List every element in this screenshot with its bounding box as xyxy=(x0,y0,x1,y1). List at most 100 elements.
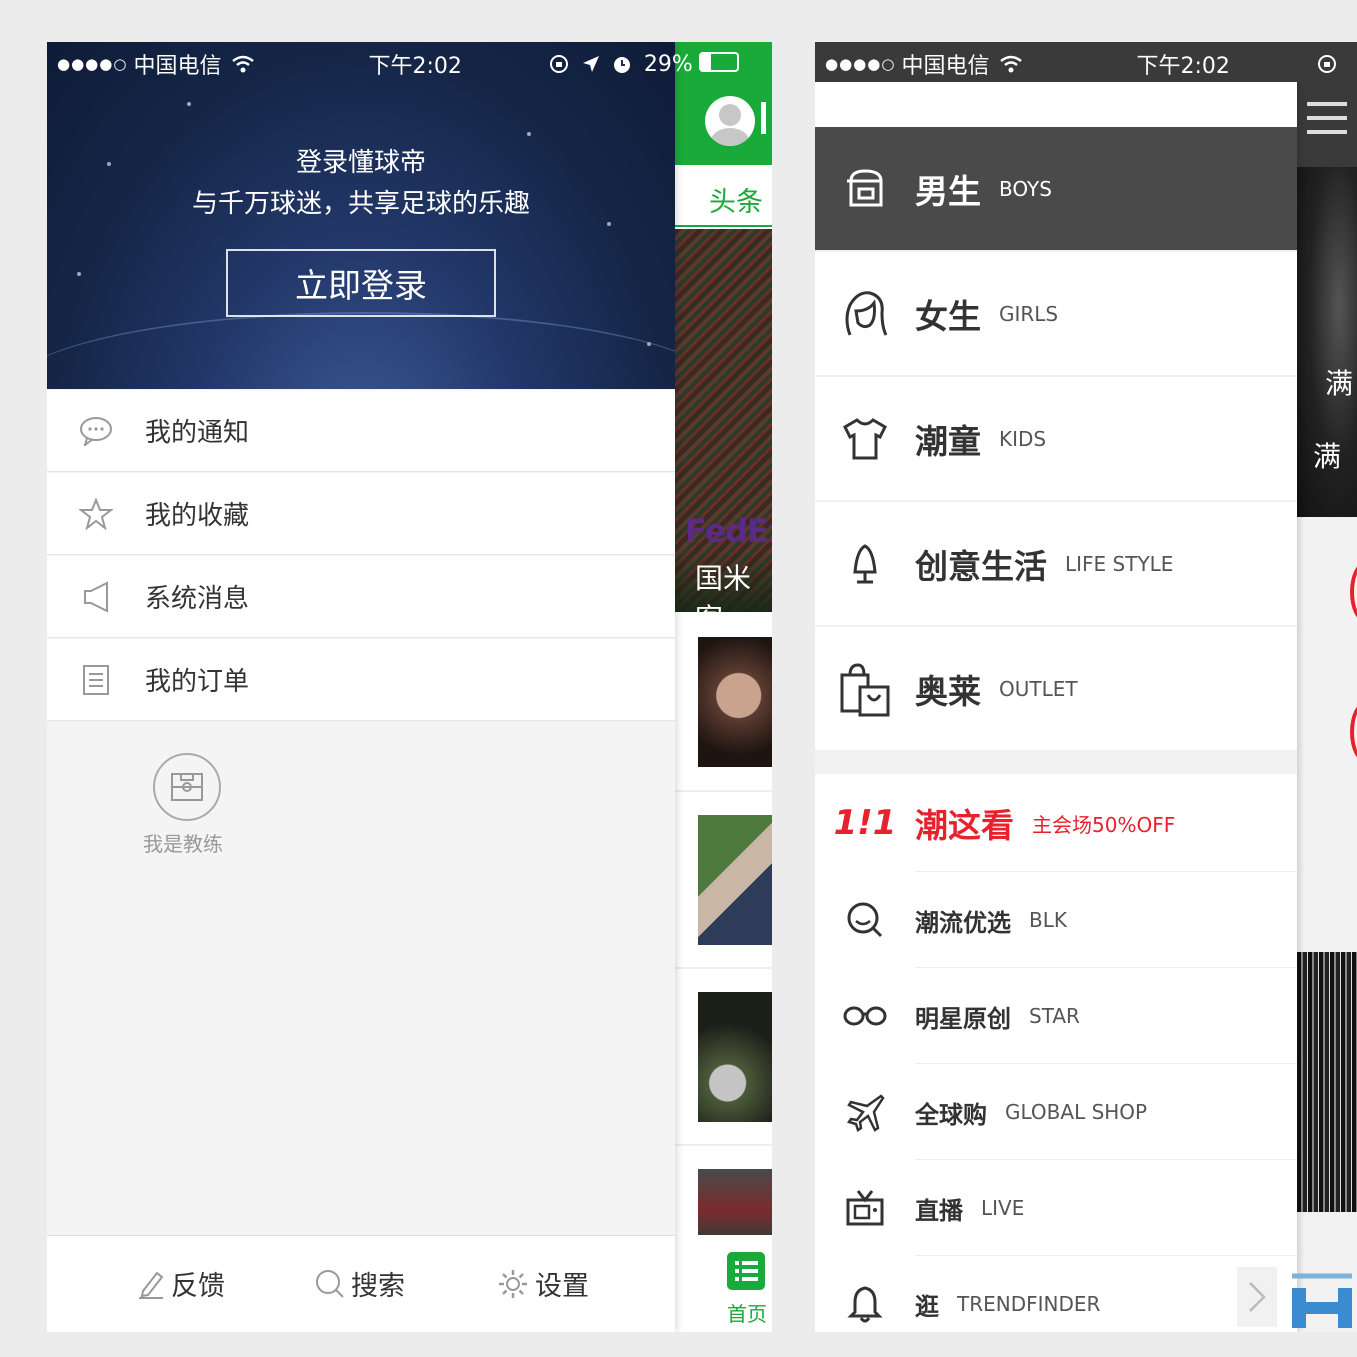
coach-button[interactable] xyxy=(153,753,221,821)
divider xyxy=(675,1144,772,1146)
feedback-label: 反馈 xyxy=(171,1271,225,1302)
sub-item-star[interactable]: 明星原创 STAR xyxy=(815,968,1297,1064)
news-thumbnail[interactable] xyxy=(698,1169,772,1239)
drawer-top-spacer xyxy=(815,82,1297,127)
sub-item-blk[interactable]: 潮流优选 BLK xyxy=(815,872,1297,968)
category-name: 奥莱 xyxy=(915,671,981,711)
login-button[interactable]: 立即登录 xyxy=(226,249,496,317)
news-thumbnail[interactable] xyxy=(698,637,772,767)
tv-icon xyxy=(815,1188,915,1228)
category-lifestyle[interactable]: 创意生活 LIFE STYLE xyxy=(815,502,1297,627)
sub-item-english: LIVE xyxy=(981,1196,1025,1220)
divider xyxy=(675,790,772,792)
menu-item-label: 系统消息 xyxy=(145,584,250,614)
airplane-icon xyxy=(815,1092,915,1132)
tactics-board-icon xyxy=(171,773,203,801)
news-thumbnail[interactable] xyxy=(698,992,772,1122)
menu-item-orders[interactable]: 我的订单 xyxy=(47,639,675,721)
search-label: 搜索 xyxy=(351,1271,405,1302)
right-phone-screen: 满 满 ●●●●○ 中国电信 下午2:02 男生 BOYS 女生 GIRLS 潮… xyxy=(815,42,1357,1332)
battery-icon xyxy=(699,52,739,72)
category-english: OUTLET xyxy=(999,676,1078,701)
sub-item-name: 逛 xyxy=(915,1292,939,1321)
carrier-label: 中国电信 xyxy=(901,54,990,79)
section-divider xyxy=(815,752,1297,774)
signal-indicator: ●●●●○ xyxy=(57,55,128,73)
settings-button[interactable]: 设置 xyxy=(497,1264,589,1303)
category-english: KIDS xyxy=(999,426,1047,451)
search-button[interactable]: 搜索 xyxy=(315,1264,405,1303)
menu-item-favorites[interactable]: 我的收藏 xyxy=(47,473,675,555)
rotation-lock-icon xyxy=(1316,53,1338,75)
sub-item-live[interactable]: 直播 LIVE xyxy=(815,1160,1297,1256)
category-english: GIRLS xyxy=(999,301,1059,326)
menu-item-label: 我的收藏 xyxy=(145,501,250,531)
carrier-label: 中国电信 xyxy=(133,54,222,79)
divider xyxy=(675,967,772,969)
girls-icon xyxy=(815,289,915,339)
clock-label: 下午2:02 xyxy=(1136,54,1230,79)
watermark-logo xyxy=(1286,1270,1357,1332)
background-photo[interactable] xyxy=(1297,952,1357,1212)
pencil-icon xyxy=(137,1269,165,1299)
promo-banner[interactable]: 1!1 潮这看 主会场50%OFF xyxy=(815,775,1297,871)
menu-item-notifications[interactable]: 我的通知 xyxy=(47,390,675,472)
wifi-icon xyxy=(231,55,255,73)
search-icon xyxy=(815,901,915,939)
login-title: 登录懂球帝 xyxy=(295,148,426,178)
sub-item-global-shop[interactable]: 全球购 GLOBAL SHOP xyxy=(815,1064,1297,1160)
sub-item-english: BLK xyxy=(1029,908,1067,932)
coach-label: 我是教练 xyxy=(143,832,223,856)
promo-logo: 1!1 xyxy=(833,803,897,843)
status-bar: ●●●●○ 中国电信 下午2:02 xyxy=(825,48,1357,80)
bell-icon xyxy=(815,1284,915,1324)
category-name: 潮童 xyxy=(915,421,981,461)
menu-item-label: 我的订单 xyxy=(145,667,250,697)
avatar[interactable] xyxy=(705,96,755,146)
sub-item-name: 全球购 xyxy=(915,1100,987,1129)
signal-indicator: ●●●●○ xyxy=(825,55,896,73)
list-icon xyxy=(47,664,145,696)
clock-label: 下午2:02 xyxy=(368,54,462,79)
rotation-lock-icon xyxy=(548,53,570,75)
login-subtitle: 与千万球迷，共享足球的乐趣 xyxy=(191,189,530,219)
banner-text: 满 xyxy=(1325,367,1354,400)
background-app-header xyxy=(1297,82,1357,167)
category-girls[interactable]: 女生 GIRLS xyxy=(815,252,1297,377)
wifi-icon xyxy=(999,55,1023,73)
feedback-button[interactable]: 反馈 xyxy=(137,1264,225,1303)
gear-icon xyxy=(497,1268,529,1300)
category-english: LIFE STYLE xyxy=(1065,551,1174,576)
megaphone-icon xyxy=(47,580,145,613)
promo-subtitle: 主会场50%OFF xyxy=(1032,812,1176,837)
alarm-icon xyxy=(612,54,632,74)
menu-item-label: 我的通知 xyxy=(145,418,250,448)
news-thumbnail[interactable] xyxy=(698,815,772,945)
sub-item-english: TRENDFINDER xyxy=(957,1292,1101,1316)
category-outlet[interactable]: 奥莱 OUTLET xyxy=(815,627,1297,752)
chat-bubble-icon xyxy=(47,416,145,446)
home-icon[interactable] xyxy=(727,1252,765,1290)
glasses-icon xyxy=(815,1004,915,1028)
search-icon xyxy=(315,1269,345,1299)
menu-item-system-messages[interactable]: 系统消息 xyxy=(47,556,675,638)
category-name: 女生 xyxy=(915,296,981,336)
promo-title: 潮这看 xyxy=(915,806,1014,845)
chevron-right-icon[interactable] xyxy=(1237,1267,1277,1327)
category-english: BOYS xyxy=(999,176,1052,201)
category-name: 男生 xyxy=(915,171,981,211)
sub-item-trendfinder[interactable]: 逛 TRENDFINDER xyxy=(815,1256,1297,1332)
lamp-icon xyxy=(815,542,915,586)
status-bar: ●●●●○ 中国电信 下午2:02 29% xyxy=(57,48,693,80)
boys-icon xyxy=(815,167,915,211)
sub-item-name: 直播 xyxy=(915,1196,963,1225)
category-boys[interactable]: 男生 BOYS xyxy=(815,127,1297,252)
fedex-logo: FedEx xyxy=(685,512,772,550)
category-kids[interactable]: 潮童 KIDS xyxy=(815,377,1297,502)
location-icon xyxy=(582,55,600,73)
hamburger-menu-icon[interactable] xyxy=(1307,102,1347,134)
tshirt-icon xyxy=(815,417,915,461)
tab-headlines[interactable]: 头条 xyxy=(709,180,763,219)
feature-caption: 国米客 xyxy=(695,562,752,635)
shopping-bags-icon xyxy=(815,661,915,717)
